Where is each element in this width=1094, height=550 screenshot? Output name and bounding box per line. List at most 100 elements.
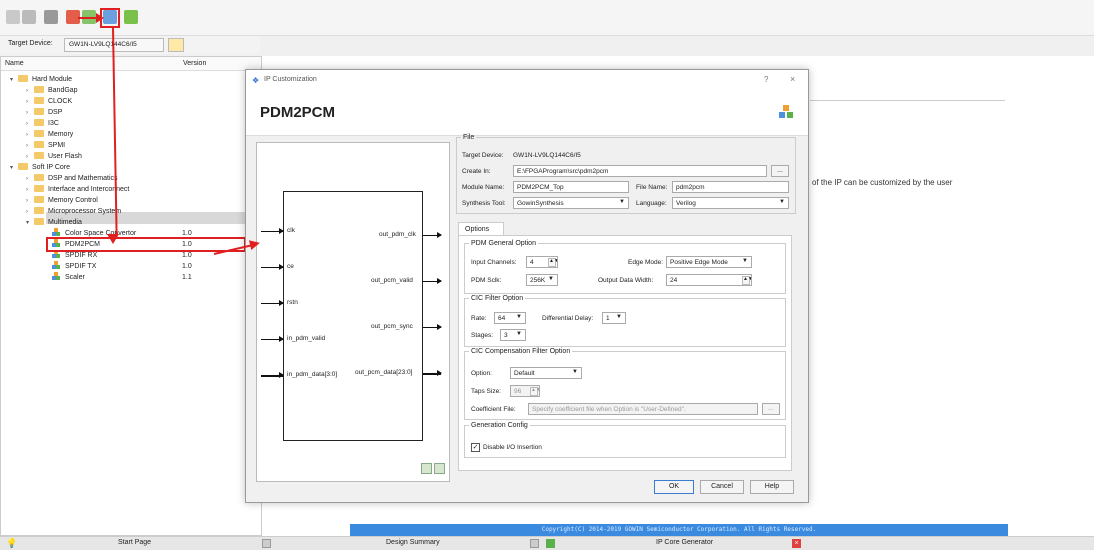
- tree-node[interactable]: › User Flash: [26, 151, 82, 162]
- close-tab-icon[interactable]: [530, 539, 539, 548]
- gowin-logo-icon: ❖: [252, 76, 260, 85]
- create-in-field[interactable]: E:\FPGAProgram\src\pdm2pcm: [513, 165, 767, 177]
- tree-node[interactable]: › Memory Control: [26, 195, 98, 206]
- stages-label: Stages:: [471, 332, 494, 339]
- pdm-sclk-label: PDM Sclk:: [471, 277, 502, 284]
- folder-icon: [34, 207, 44, 214]
- edge-mode-label: Edge Mode:: [628, 259, 664, 266]
- ip-customization-dialog: ❖ IP Customization ? × PDM2PCM clk ce rs…: [245, 69, 809, 503]
- cic-compensation-legend: CIC Compensation Filter Option: [471, 348, 571, 355]
- stages-select[interactable]: 3 ▼: [500, 329, 526, 341]
- ip-core-icon: [52, 261, 61, 270]
- ip-core-icon: [52, 228, 61, 237]
- module-name-field[interactable]: PDM2PCM_Top: [513, 181, 629, 193]
- tree-node[interactable]: › DSP: [26, 107, 62, 118]
- tree-node[interactable]: › I3C: [26, 118, 59, 129]
- new-file-icon[interactable]: [6, 10, 20, 24]
- pdm-sclk-select[interactable]: 256K ▼: [526, 274, 558, 286]
- help-icon[interactable]: ?: [764, 75, 768, 84]
- edge-mode-select[interactable]: Positive Edge Mode ▼: [666, 256, 752, 268]
- coefficient-browse-button[interactable]: ...: [762, 403, 780, 415]
- target-device-row: Target Device: GW1N-LV9LQ144C6/I5: [0, 36, 260, 54]
- input-channels-label: Input Channels:: [471, 259, 517, 266]
- output-width-label: Output Data Width:: [598, 277, 654, 284]
- option-label: Option:: [471, 370, 492, 377]
- folder-icon: [34, 141, 44, 148]
- cancel-button[interactable]: Cancel: [700, 480, 744, 494]
- col-version[interactable]: Version: [183, 60, 206, 67]
- close-icon[interactable]: ×: [790, 74, 795, 84]
- folder-icon: [34, 185, 44, 192]
- create-in-label: Create In:: [462, 168, 491, 175]
- version-cell: 1.1: [182, 274, 192, 281]
- synthesis-tool-label: Synthesis Tool:: [462, 200, 506, 207]
- binoculars-icon[interactable]: [44, 10, 58, 24]
- target-device-value: GW1N-LV9LQ144C6/I5: [513, 152, 581, 159]
- build-icon[interactable]: [124, 10, 138, 24]
- tab-options[interactable]: Options: [458, 222, 504, 236]
- tab-ip-core-generator[interactable]: IP Core Generator: [656, 539, 713, 546]
- ok-button[interactable]: OK: [654, 480, 694, 494]
- tree-node[interactable]: ▾ Soft IP Core: [10, 162, 70, 173]
- rate-label: Rate:: [471, 315, 487, 322]
- tab-start-page[interactable]: Start Page: [118, 539, 151, 546]
- language-select[interactable]: Verilog ▼: [672, 197, 789, 209]
- close-tab-icon[interactable]: [262, 539, 271, 548]
- chevron-down-icon: ▼: [742, 258, 748, 264]
- folder-icon: [34, 119, 44, 126]
- col-name[interactable]: Name: [5, 60, 24, 67]
- differential-delay-select[interactable]: 1 ▼: [602, 312, 626, 324]
- option-select[interactable]: Default ▼: [510, 367, 582, 379]
- tree-node[interactable]: ▾ Hard Module: [10, 74, 72, 85]
- chevron-down-icon: ▼: [548, 276, 554, 282]
- dialog-header: PDM2PCM: [246, 90, 808, 136]
- chevron-down-icon: ▼: [516, 331, 522, 337]
- taps-size-spinbox[interactable]: 96 ▲▼: [510, 385, 540, 397]
- input-channels-spinbox[interactable]: 4 ▲▼: [526, 256, 558, 268]
- target-device-label: Target Device:: [462, 152, 504, 159]
- tree-node[interactable]: › CLOCK: [26, 96, 72, 107]
- tree-node[interactable]: › BandGap: [26, 85, 78, 96]
- copy-icon[interactable]: [22, 10, 36, 24]
- language-label: Language:: [636, 200, 667, 207]
- tree-node[interactable]: ▾ Multimedia: [26, 217, 82, 228]
- tree-node[interactable]: › SPMI: [26, 140, 65, 151]
- disable-io-checkbox[interactable]: ✓: [471, 443, 480, 452]
- pin-out-pcm-sync: out_pcm_sync: [371, 323, 413, 330]
- tree-node[interactable]: › DSP and Mathematics: [26, 173, 118, 184]
- spinner-icon[interactable]: ▲▼: [530, 387, 539, 396]
- tab-design-summary[interactable]: Design Summary: [386, 539, 440, 546]
- highlight-box: [46, 237, 246, 252]
- file-name-field[interactable]: pdm2pcm: [672, 181, 789, 193]
- spinner-icon[interactable]: ▲▼: [742, 276, 751, 285]
- target-device-label: Target Device:: [8, 40, 53, 47]
- folder-icon: [34, 174, 44, 181]
- chevron-down-icon: ▼: [619, 199, 625, 205]
- rate-select[interactable]: 64 ▼: [494, 312, 526, 324]
- description-text: of the IP can be customized by the user: [812, 178, 953, 187]
- ip-cube-icon: [779, 105, 793, 118]
- dialog-title: IP Customization: [264, 76, 317, 83]
- generation-config-group: Generation Config: [464, 422, 786, 458]
- close-tab-icon[interactable]: ×: [792, 539, 801, 548]
- spinner-icon[interactable]: ▲▼: [548, 258, 557, 267]
- tree-node[interactable]: › Memory: [26, 129, 73, 140]
- zoom-in-icon[interactable]: [421, 463, 432, 474]
- chevron-down-icon: ▼: [572, 369, 578, 375]
- pin-in-pdm-data: in_pdm_data[3:0]: [287, 371, 338, 378]
- coefficient-file-field[interactable]: Specify coefficient file when Option is …: [528, 403, 758, 415]
- generation-config-legend: Generation Config: [471, 422, 528, 429]
- help-button[interactable]: Help: [750, 480, 794, 494]
- tree-item-ip[interactable]: Scaler: [52, 272, 85, 283]
- folder-icon: [34, 218, 44, 225]
- zoom-out-icon[interactable]: [434, 463, 445, 474]
- folder-icon: [34, 97, 44, 104]
- output-width-spinbox[interactable]: 24 ▲▼: [666, 274, 752, 286]
- tree-item-ip[interactable]: SPDIF TX: [52, 261, 96, 272]
- pdm-general-legend: PDM General Option: [471, 240, 536, 247]
- tree-node[interactable]: › Microprocessor System: [26, 206, 121, 217]
- folder-icon[interactable]: [168, 38, 184, 52]
- pin-clk: clk: [287, 227, 295, 234]
- browse-button[interactable]: ...: [771, 165, 789, 177]
- synthesis-tool-select[interactable]: GowinSynthesis ▼: [513, 197, 629, 209]
